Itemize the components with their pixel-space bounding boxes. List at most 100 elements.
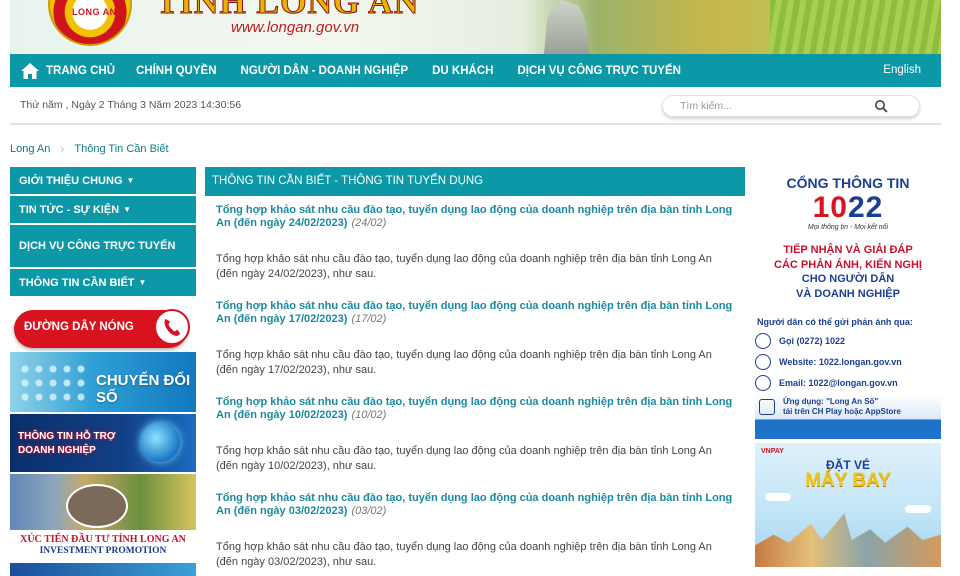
- ad1022-number-a: 10: [812, 191, 848, 224]
- home-icon[interactable]: [20, 62, 40, 80]
- news-title-link[interactable]: Tổng hợp khảo sát nhu cầu đào tạo, tuyển…: [216, 492, 735, 518]
- ad1022-app: Ứng dụng: "Long An Số" tải trên CH Play …: [755, 395, 941, 439]
- sidebar-item-dich-vu-cong[interactable]: DỊCH VỤ CÔNG TRỰC TUYẾN: [10, 225, 196, 269]
- ad1022-number: 1022: [755, 191, 941, 225]
- news-title-text[interactable]: Tổng hợp khảo sát nhu cầu đào tạo, tuyển…: [216, 204, 732, 229]
- rice-field-image: [770, 0, 941, 54]
- ad1022-body-line: VÀ DOANH NGHIỆP: [796, 287, 900, 300]
- news-title-link[interactable]: Tổng hợp khảo sát nhu cầu đào tạo, tuyển…: [216, 396, 735, 422]
- vnpay-logo: VNPAY: [761, 448, 784, 455]
- globe-icon: [140, 422, 180, 462]
- news-description: Tổng hợp khảo sát nhu cầu đào tạo, tuyển…: [216, 541, 712, 568]
- app-line-2: tải trên CH Play hoặc AppStore: [783, 407, 901, 416]
- ad1022-app-text: Ứng dụng: "Long An Số" tải trên CH Play …: [783, 397, 901, 417]
- breadcrumb: Long An › Thông Tin Cần Biết: [10, 142, 169, 156]
- sidebar-item-gioi-thieu[interactable]: GIỚI THIỆU CHUNG ▼: [10, 167, 196, 196]
- nav-dich-vu-cong[interactable]: DỊCH VỤ CÔNG TRỰC TUYẾN: [517, 65, 681, 77]
- caret-down-icon: ▼: [126, 176, 135, 185]
- ad1022-body-line: CHO NGƯỜI DÂN: [801, 273, 895, 285]
- sidebar-item-label: THÔNG TIN CẦN BIẾT: [19, 276, 135, 289]
- nav-trang-chu[interactable]: TRANG CHỦ: [46, 65, 115, 77]
- ho-tro-line-1: THÔNG TIN HỖ TRỢ: [18, 431, 116, 442]
- globe-icon: [755, 354, 771, 370]
- news-title-text[interactable]: Tổng hợp khảo sát nhu cầu đào tạo, tuyển…: [216, 396, 732, 421]
- caret-down-icon: ▼: [123, 205, 132, 214]
- news-description: Tổng hợp khảo sát nhu cầu đào tạo, tuyển…: [216, 253, 712, 280]
- news-description: Tổng hợp khảo sát nhu cầu đào tạo, tuyển…: [216, 349, 712, 376]
- ad1022-body: TIẾP NHẬN VÀ GIẢI ĐÁP CÁC PHẢN ÁNH, KIẾN…: [755, 243, 941, 301]
- site-banner[interactable]: LONG AN TỈNH LONG AN www.longan.gov.vn: [10, 0, 941, 54]
- caret-down-icon: ▼: [138, 278, 147, 287]
- phone-icon: [755, 333, 771, 349]
- app-line-1: Ứng dụng: "Long An Số": [783, 397, 879, 406]
- ho-tro-line-2: DOANH NGHIỆP: [18, 445, 96, 456]
- news-date: (03/02): [351, 505, 387, 517]
- chuyen-doi-so-banner[interactable]: CHUYỂN ĐỔI SỐ: [10, 352, 196, 412]
- phone-icon: [154, 309, 190, 345]
- sidebar-item-label: TIN TỨC - SỰ KIỆN: [19, 203, 120, 216]
- monument-image: [544, 0, 590, 54]
- sidebar-item-label: DỊCH VỤ CÔNG TRỰC TUYẾN: [19, 240, 176, 252]
- nav-chinh-quyen[interactable]: CHÍNH QUYỀN: [136, 65, 217, 77]
- ad1022-heading: CỔNG THÔNG TIN: [786, 175, 910, 191]
- dat-ve-may-bay-banner[interactable]: VNPAY ĐẶT VÉ MÁY BAY: [755, 443, 941, 567]
- network-dots-icon: [18, 362, 88, 402]
- ad1022-website-text: Website: 1022.longan.gov.vn: [779, 357, 902, 367]
- breadcrumb-home[interactable]: Long An: [10, 143, 50, 155]
- section-header: THÔNG TIN CẦN BIẾT - THÔNG TIN TUYỂN DỤN…: [205, 167, 745, 196]
- ad1022-email: Email: 1022@longan.gov.vn: [755, 375, 941, 391]
- news-date: (10/02): [351, 409, 387, 421]
- search-icon[interactable]: [874, 99, 888, 113]
- ho-tro-doanh-nghiep-banner[interactable]: THÔNG TIN HỖ TRỢ DOANH NGHIỆP: [10, 414, 196, 472]
- mail-icon: [755, 375, 771, 391]
- ad1022-email-text: Email: 1022@longan.gov.vn: [779, 378, 898, 388]
- cong-thong-tin-1022-banner[interactable]: CỔNG THÔNG TIN 1022 Mọi thông tin - Mọi …: [755, 167, 941, 439]
- news-title-link[interactable]: Tổng hợp khảo sát nhu cầu đào tạo, tuyển…: [216, 300, 735, 326]
- main-content: THÔNG TIN CẦN BIẾT - THÔNG TIN TUYỂN DỤN…: [205, 167, 745, 576]
- news-date: (24/02): [351, 217, 387, 229]
- hotline-label: ĐƯỜNG DÂY NÓNG: [24, 321, 134, 333]
- site-url: www.longan.gov.vn: [231, 19, 360, 36]
- main-nav: TRANG CHỦ CHÍNH QUYỀN NGƯỜI DÂN - DOANH …: [10, 54, 941, 87]
- search-input[interactable]: [680, 98, 870, 114]
- ad1022-sub: Người dân có thể gửi phản ánh qua:: [757, 317, 913, 327]
- english-link[interactable]: English: [883, 64, 921, 76]
- airplane-icon: [765, 493, 791, 501]
- hotline-banner[interactable]: ĐƯỜNG DÂY NÓNG: [10, 306, 196, 350]
- ad1022-number-b: 22: [848, 191, 884, 224]
- sidebar-item-tin-tuc[interactable]: TIN TỨC - SỰ KIỆN ▼: [10, 196, 196, 225]
- date-bar: Thứ năm , Ngày 2 Tháng 3 Năm 2023 14:30:…: [10, 87, 941, 125]
- investment-photo-circle: [66, 484, 128, 528]
- xuc-tien-dau-tu-banner[interactable]: XÚC TIẾN ĐẦU TƯ TỈNH LONG AN INVESTMENT …: [10, 474, 196, 560]
- news-title-link[interactable]: Tổng hợp khảo sát nhu cầu đào tạo, tuyển…: [216, 204, 735, 230]
- ad1022-tagline: Mọi thông tin - Mọi kết nối: [807, 224, 889, 231]
- news-list: Tổng hợp khảo sát nhu cầu đào tạo, tuyển…: [205, 196, 745, 576]
- ho-tro-doanh-nghiep-label: THÔNG TIN HỖ TRỢ DOANH NGHIỆP: [18, 430, 115, 458]
- xuc-tien-en-label: INVESTMENT PROMOTION: [39, 546, 167, 556]
- ad1022-website: Website: 1022.longan.gov.vn: [755, 354, 941, 370]
- news-title-text[interactable]: Tổng hợp khảo sát nhu cầu đào tạo, tuyển…: [216, 300, 732, 325]
- ad1022-phone-text: Gọi (0272) 1022: [779, 336, 846, 346]
- current-date: Thứ năm , Ngày 2 Tháng 3 Năm 2023 14:30:…: [20, 99, 242, 111]
- ad1022-body-line: CÁC PHẢN ÁNH, KIẾN NGHỊ: [774, 258, 922, 271]
- list-item: Tổng hợp khảo sát nhu cầu đào tạo, tuyển…: [216, 300, 735, 396]
- news-title-text[interactable]: Tổng hợp khảo sát nhu cầu đào tạo, tuyển…: [216, 492, 732, 517]
- next-banner-strip[interactable]: [10, 563, 196, 576]
- sidebar-item-thong-tin-can-biet[interactable]: THÔNG TIN CẦN BIẾT ▼: [10, 269, 196, 298]
- ad1022-phone: Gọi (0272) 1022: [755, 333, 941, 349]
- nav-du-khach[interactable]: DU KHÁCH: [432, 65, 493, 77]
- ad1022-body-line: TIẾP NHẬN VÀ GIẢI ĐÁP: [783, 244, 913, 256]
- chuyen-doi-so-label: CHUYỂN ĐỔI SỐ: [96, 372, 191, 406]
- list-item: Tổng hợp khảo sát nhu cầu đào tạo, tuyển…: [216, 204, 735, 300]
- sidebar-item-label: GIỚI THIỆU CHUNG: [19, 174, 123, 187]
- chevron-right-icon: ›: [60, 142, 65, 156]
- breadcrumb-current[interactable]: Thông Tin Cần Biết: [74, 143, 168, 155]
- landmarks-image: [755, 513, 941, 567]
- airplane-icon: [905, 505, 931, 513]
- list-item: Tổng hợp khảo sát nhu cầu đào tạo, tuyển…: [216, 492, 735, 576]
- news-date: (17/02): [351, 313, 387, 325]
- left-sidebar: GIỚI THIỆU CHUNG ▼ TIN TỨC - SỰ KIỆN ▼ D…: [10, 167, 196, 298]
- nav-nguoi-dan-doanh-nghiep[interactable]: NGƯỜI DÂN - DOANH NGHIỆP: [241, 65, 409, 77]
- search-box: [662, 95, 920, 117]
- smartphone-icon: [759, 399, 775, 415]
